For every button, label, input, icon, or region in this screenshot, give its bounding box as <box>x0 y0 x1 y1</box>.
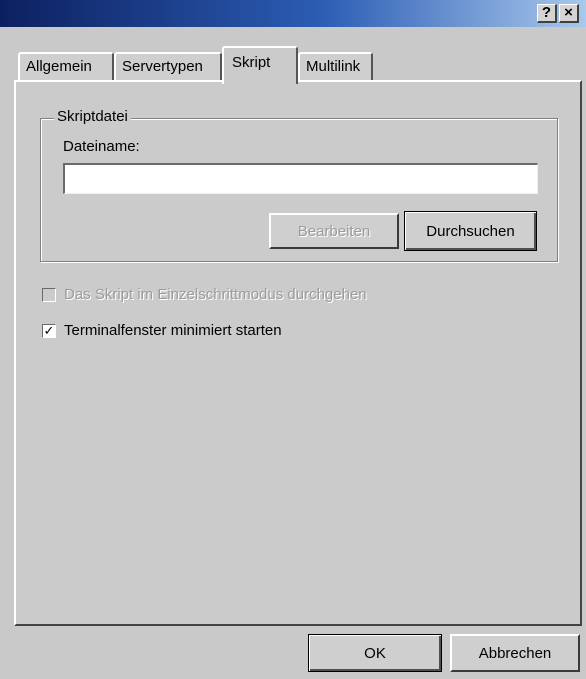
help-button[interactable]: ? <box>537 4 557 23</box>
terminal-minimized-checkbox[interactable]: ✓ <box>42 324 56 338</box>
ok-button[interactable]: OK <box>308 634 442 672</box>
step-mode-checkbox[interactable] <box>42 288 56 302</box>
browse-button[interactable]: Durchsuchen <box>404 211 537 251</box>
step-mode-label: Das Skript im Einzelschrittmodus durchge… <box>64 286 367 303</box>
tab-multilink[interactable]: Multilink <box>298 52 373 80</box>
edit-button[interactable]: Bearbeiten <box>269 213 399 249</box>
tab-servertypen[interactable]: Servertypen <box>114 52 222 80</box>
terminal-minimized-label: Terminalfenster minimiert starten <box>64 322 282 339</box>
close-button[interactable]: × <box>559 4 579 23</box>
tab-skript[interactable]: Skript <box>222 46 298 84</box>
skriptdatei-group-label: Skriptdatei <box>54 108 131 125</box>
cancel-button[interactable]: Abbrechen <box>450 634 580 672</box>
filename-input[interactable] <box>63 163 538 194</box>
title-bar: ? × <box>0 0 586 27</box>
checkmark-icon: ✓ <box>43 323 55 338</box>
tab-allgemein[interactable]: Allgemein <box>18 52 114 80</box>
filename-label: Dateiname: <box>63 138 140 155</box>
